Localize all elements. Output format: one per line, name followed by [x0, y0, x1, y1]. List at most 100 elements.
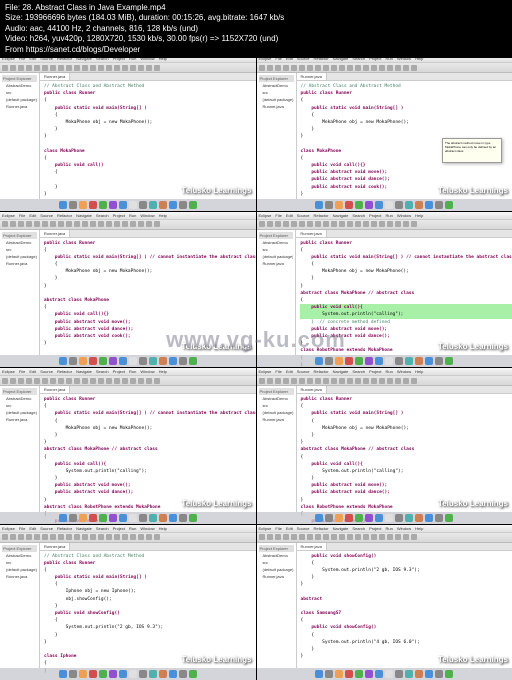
project-explorer[interactable]: Project ExplorerAbstractDemosrc(default …: [0, 386, 40, 512]
dock-app-icon[interactable]: [415, 357, 423, 365]
toolbar-icon[interactable]: [2, 65, 8, 71]
dock-app-icon[interactable]: [415, 670, 423, 678]
dock-app-icon[interactable]: [325, 357, 333, 365]
menu-item[interactable]: Window: [397, 526, 411, 531]
toolbar-icon[interactable]: [34, 221, 40, 227]
dock-app-icon[interactable]: [139, 201, 147, 209]
toolbar-icon[interactable]: [2, 378, 8, 384]
toolbar-icon[interactable]: [122, 534, 128, 540]
mac-dock[interactable]: [0, 355, 256, 367]
menu-item[interactable]: Refactor: [313, 526, 328, 531]
dock-app-icon[interactable]: [445, 670, 453, 678]
code-area[interactable]: public void showConfig() { System.out.pr…: [297, 551, 512, 663]
dock-app-icon[interactable]: [99, 201, 107, 209]
tree-item[interactable]: src: [2, 246, 37, 253]
toolbar-icon[interactable]: [18, 221, 24, 227]
toolbar-icon[interactable]: [355, 378, 361, 384]
toolbar-icon[interactable]: [42, 65, 48, 71]
dock-app-icon[interactable]: [435, 514, 443, 522]
eclipse-toolbar[interactable]: [257, 63, 512, 73]
toolbar-icon[interactable]: [371, 65, 377, 71]
dock-app-icon[interactable]: [159, 357, 167, 365]
dock-app-icon[interactable]: [415, 201, 423, 209]
dock-app-icon[interactable]: [345, 357, 353, 365]
tree-item[interactable]: src: [259, 246, 294, 253]
menu-item[interactable]: Navigate: [333, 526, 349, 531]
dock-app-icon[interactable]: [189, 670, 197, 678]
toolbar-icon[interactable]: [411, 378, 417, 384]
editor-tab[interactable]: Runner.java: [297, 73, 327, 80]
toolbar-icon[interactable]: [98, 378, 104, 384]
toolbar-icon[interactable]: [34, 534, 40, 540]
dock-app-icon[interactable]: [355, 201, 363, 209]
toolbar-icon[interactable]: [411, 221, 417, 227]
code-editor[interactable]: Runner.java// Abstract Class and Abstrac…: [297, 73, 512, 199]
tree-item[interactable]: (default package): [259, 96, 294, 103]
code-area[interactable]: // Abstract Class and Abstract Methodpub…: [40, 81, 256, 200]
toolbar-icon[interactable]: [307, 221, 313, 227]
dock-app-icon[interactable]: [325, 670, 333, 678]
dock-app-icon[interactable]: [89, 357, 97, 365]
eclipse-toolbar[interactable]: [257, 533, 512, 543]
toolbar-icon[interactable]: [259, 221, 265, 227]
toolbar-icon[interactable]: [403, 534, 409, 540]
toolbar-icon[interactable]: [58, 221, 64, 227]
toolbar-icon[interactable]: [10, 221, 16, 227]
tree-item[interactable]: AbstractDemo: [259, 82, 294, 89]
dock-app-icon[interactable]: [385, 670, 393, 678]
toolbar-icon[interactable]: [395, 378, 401, 384]
toolbar-icon[interactable]: [283, 378, 289, 384]
menu-item[interactable]: Help: [415, 369, 423, 374]
menu-item[interactable]: Search: [352, 213, 365, 218]
toolbar-icon[interactable]: [411, 534, 417, 540]
toolbar-icon[interactable]: [331, 65, 337, 71]
toolbar-icon[interactable]: [331, 221, 337, 227]
toolbar-icon[interactable]: [395, 221, 401, 227]
mac-dock[interactable]: [0, 668, 256, 680]
dock-app-icon[interactable]: [189, 357, 197, 365]
toolbar-icon[interactable]: [58, 534, 64, 540]
toolbar-icon[interactable]: [18, 534, 24, 540]
toolbar-icon[interactable]: [259, 378, 265, 384]
dock-app-icon[interactable]: [79, 201, 87, 209]
dock-app-icon[interactable]: [179, 670, 187, 678]
toolbar-icon[interactable]: [114, 378, 120, 384]
dock-app-icon[interactable]: [425, 357, 433, 365]
toolbar-icon[interactable]: [387, 378, 393, 384]
toolbar-icon[interactable]: [299, 378, 305, 384]
toolbar-icon[interactable]: [275, 378, 281, 384]
toolbar-icon[interactable]: [146, 378, 152, 384]
tree-item[interactable]: (default package): [2, 566, 37, 573]
toolbar-icon[interactable]: [2, 221, 8, 227]
eclipse-toolbar[interactable]: [0, 533, 256, 543]
dock-app-icon[interactable]: [99, 357, 107, 365]
dock-app-icon[interactable]: [149, 357, 157, 365]
toolbar-icon[interactable]: [363, 221, 369, 227]
toolbar-icon[interactable]: [259, 65, 265, 71]
menu-item[interactable]: Search: [96, 526, 109, 531]
mac-dock[interactable]: [257, 512, 512, 524]
menu-item[interactable]: Refactor: [57, 526, 72, 531]
toolbar-icon[interactable]: [355, 65, 361, 71]
toolbar-icon[interactable]: [130, 534, 136, 540]
code-area[interactable]: public class Runner{ public static void …: [40, 238, 256, 350]
toolbar-icon[interactable]: [10, 65, 16, 71]
toolbar-icon[interactable]: [299, 534, 305, 540]
toolbar-icon[interactable]: [267, 65, 273, 71]
toolbar-icon[interactable]: [154, 65, 160, 71]
menu-item[interactable]: File: [275, 369, 281, 374]
toolbar-icon[interactable]: [34, 378, 40, 384]
menu-item[interactable]: Project: [369, 526, 381, 531]
menu-item[interactable]: Run: [129, 369, 136, 374]
dock-app-icon[interactable]: [59, 201, 67, 209]
dock-app-icon[interactable]: [89, 670, 97, 678]
toolbar-icon[interactable]: [387, 221, 393, 227]
dock-app-icon[interactable]: [169, 357, 177, 365]
toolbar-icon[interactable]: [98, 65, 104, 71]
tree-item[interactable]: (default package): [2, 253, 37, 260]
toolbar-icon[interactable]: [42, 221, 48, 227]
toolbar-icon[interactable]: [331, 534, 337, 540]
dock-app-icon[interactable]: [325, 201, 333, 209]
dock-app-icon[interactable]: [385, 357, 393, 365]
toolbar-icon[interactable]: [363, 65, 369, 71]
